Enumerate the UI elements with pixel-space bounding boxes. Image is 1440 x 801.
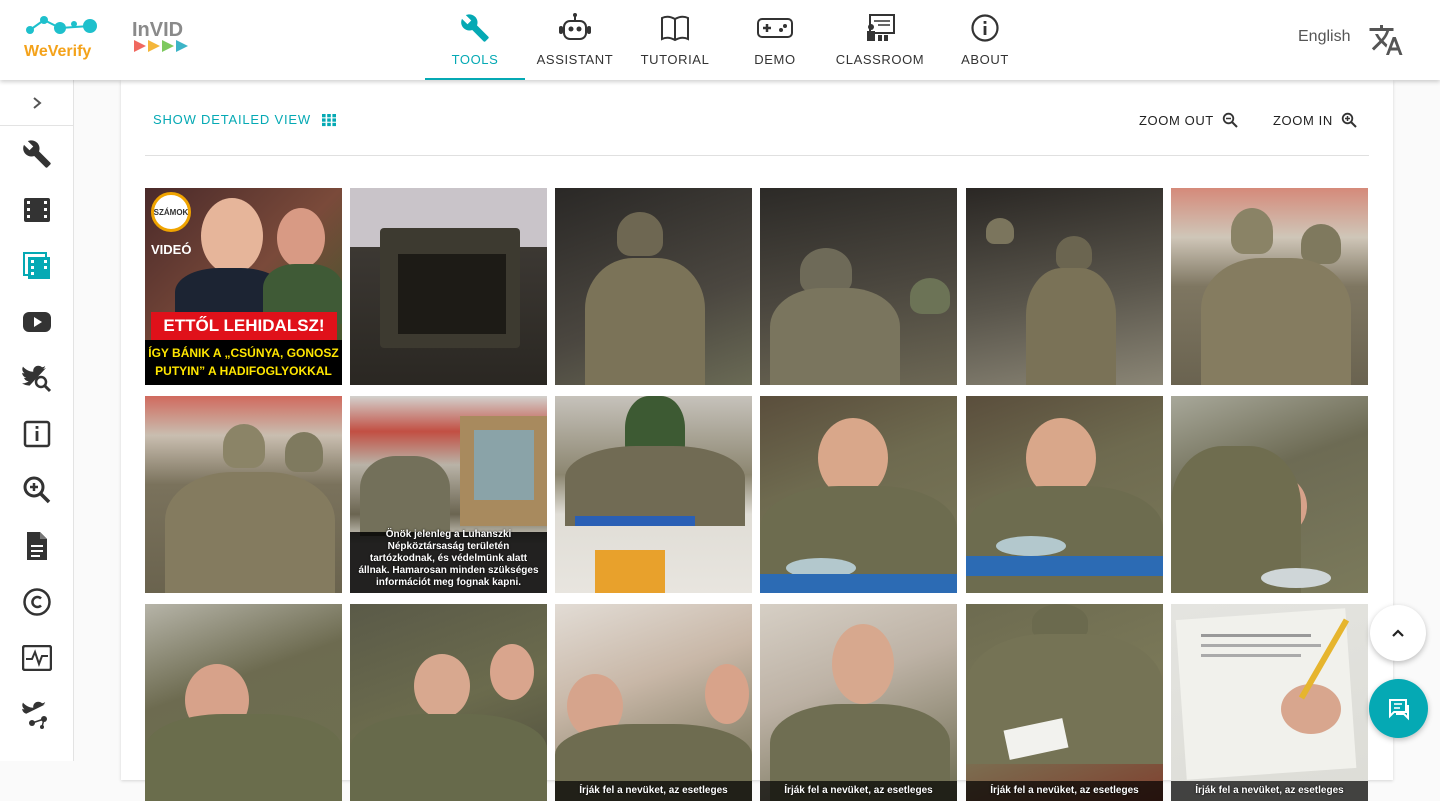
zoom-in-icon	[23, 476, 50, 504]
grid-view-icon	[321, 113, 336, 126]
document-icon	[26, 532, 47, 560]
keyframe-thumbnail[interactable]	[555, 188, 752, 385]
keyframe-thumbnail[interactable]	[145, 604, 342, 801]
keyframe-thumbnail[interactable]	[760, 188, 957, 385]
sidebar-item-keyframes[interactable]	[0, 238, 73, 294]
keyframe-thumbnail[interactable]: Írják fel a nevüket, az esetleges	[1171, 604, 1368, 801]
tab-tutorial[interactable]: TUTORIAL	[625, 0, 725, 80]
sidebar-item-metadata[interactable]	[0, 406, 73, 462]
app-header: WeVerify InVID TOOLS ASSISTANT TUTORIAL …	[0, 0, 1440, 80]
subtitle-caption: Írják fel a nevüket, az esetleges	[1195, 785, 1344, 796]
keyframe-thumbnail[interactable]	[350, 188, 547, 385]
sidebar-item-twitter-network[interactable]	[0, 686, 73, 742]
subtitle-caption: Önök jelenleg a Luhanszki Népköztársaság…	[358, 529, 539, 588]
tab-about-label: ABOUT	[961, 52, 1009, 67]
info-icon	[967, 10, 1003, 46]
youtube-icon	[22, 312, 51, 332]
zoom-in-button[interactable]: ZOOM IN	[1273, 112, 1357, 128]
sidebar-item-tools[interactable]	[0, 126, 73, 182]
tab-demo-label: DEMO	[754, 52, 796, 67]
tab-tools[interactable]: TOOLS	[425, 0, 525, 80]
keyframe-thumbnail[interactable]	[1171, 396, 1368, 593]
film-icon	[23, 198, 50, 222]
keyframe-thumbnail[interactable]: Írják fel a nevüket, az esetleges	[966, 604, 1163, 801]
wrench-icon	[22, 140, 51, 168]
chat-feedback-button[interactable]	[1369, 679, 1428, 738]
channel-logo: SZÁMOK	[151, 192, 191, 232]
keyframe-thumbnail[interactable]	[350, 604, 547, 801]
tab-tools-label: TOOLS	[451, 52, 499, 67]
keyframe-thumbnail[interactable]	[145, 396, 342, 593]
video-tag: VIDEÓ	[151, 242, 192, 257]
book-icon	[657, 10, 693, 46]
tool-sidebar	[0, 80, 74, 761]
zoom-out-label: ZOOM OUT	[1139, 112, 1214, 128]
weverify-logo-text: WeVerify	[24, 43, 91, 60]
zoom-in-label: ZOOM IN	[1273, 112, 1333, 128]
sidebar-expand-button[interactable]	[0, 80, 73, 126]
keyframes-result-card: SHOW DETAILED VIEW ZOOM OUT ZOOM IN SZÁM…	[121, 80, 1393, 801]
sidebar-item-magnifier[interactable]	[0, 462, 73, 518]
weverify-logo[interactable]: WeVerify	[22, 14, 104, 62]
tab-classroom-label: CLASSROOM	[835, 52, 925, 67]
sidebar-item-video-analysis[interactable]	[0, 182, 73, 238]
channel-logo-text: SZÁMOK	[153, 207, 189, 217]
headline-banner: ETTŐL LEHIDALSZ!	[151, 312, 337, 340]
sidebar-item-analytics[interactable]	[0, 630, 73, 686]
keyframe-thumbnail[interactable]: Írják fel a nevüket, az esetleges	[760, 604, 957, 801]
scroll-to-top-button[interactable]	[1370, 605, 1426, 661]
info-box-icon	[23, 420, 50, 448]
zoom-out-button[interactable]: ZOOM OUT	[1139, 112, 1238, 128]
chat-icon	[1388, 698, 1409, 720]
tab-classroom[interactable]: CLASSROOM	[825, 0, 935, 80]
invid-logo[interactable]: InVID	[132, 18, 198, 58]
chevron-right-icon	[32, 96, 42, 109]
tab-assistant[interactable]: ASSISTANT	[525, 0, 625, 80]
keyframe-thumbnail[interactable]	[760, 396, 957, 593]
keyframe-thumbnail[interactable]: SZÁMOK VIDEÓ ETTŐL LEHIDALSZ! ÍGY BÁNIK …	[145, 188, 342, 385]
twitter-network-icon	[21, 701, 47, 729]
keyframe-thumbnail[interactable]: Önök jelenleg a Luhanszki Népköztársaság…	[350, 396, 547, 593]
tab-about[interactable]: ABOUT	[935, 0, 1035, 80]
copyright-icon	[22, 588, 51, 616]
translate-icon[interactable]	[1368, 22, 1404, 58]
sidebar-item-copyright[interactable]	[0, 574, 73, 630]
subtitle-caption: Írják fel a nevüket, az esetleges	[990, 785, 1139, 796]
tab-tutorial-label: TUTORIAL	[640, 52, 710, 67]
sidebar-item-youtube[interactable]	[0, 294, 73, 350]
keyframe-thumbnail[interactable]	[555, 396, 752, 593]
wrench-icon	[457, 10, 493, 46]
keyframe-thumbnail[interactable]	[1171, 188, 1368, 385]
show-detailed-view-button[interactable]: SHOW DETAILED VIEW	[153, 112, 337, 127]
subline-banner: ÍGY BÁNIK A „CSÚNYA, GONOSZ PUTYIN” A HA…	[145, 340, 342, 385]
keyframe-thumbnail[interactable]: Írják fel a nevüket, az esetleges	[555, 604, 752, 801]
keyframe-thumbnail[interactable]	[966, 188, 1163, 385]
analytics-icon	[21, 645, 52, 671]
invid-logo-text: InVID	[132, 19, 183, 41]
gamepad-icon	[757, 10, 793, 46]
robot-icon	[557, 10, 593, 46]
language-label[interactable]: English	[1298, 28, 1350, 46]
keyframes-icon	[22, 252, 50, 279]
toolbar-divider	[145, 155, 1369, 156]
main-nav: TOOLS ASSISTANT TUTORIAL DEMO CLASSROOM	[425, 0, 1035, 80]
chevron-up-icon	[1392, 629, 1404, 637]
zoom-out-icon	[1222, 112, 1238, 128]
sidebar-item-document[interactable]	[0, 518, 73, 574]
keyframe-thumbnail[interactable]	[966, 396, 1163, 593]
sidebar-item-twitter-search[interactable]	[0, 350, 73, 406]
result-toolbar: SHOW DETAILED VIEW ZOOM OUT ZOOM IN	[145, 108, 1369, 134]
zoom-in-small-icon	[1341, 112, 1357, 128]
tab-demo[interactable]: DEMO	[725, 0, 825, 80]
subtitle-caption: Írják fel a nevüket, az esetleges	[784, 785, 933, 796]
subtitle-caption: Írják fel a nevüket, az esetleges	[579, 785, 728, 796]
twitter-search-icon	[21, 365, 51, 393]
tab-assistant-label: ASSISTANT	[536, 52, 614, 67]
classroom-icon	[862, 10, 898, 46]
show-detailed-view-label: SHOW DETAILED VIEW	[153, 112, 311, 127]
